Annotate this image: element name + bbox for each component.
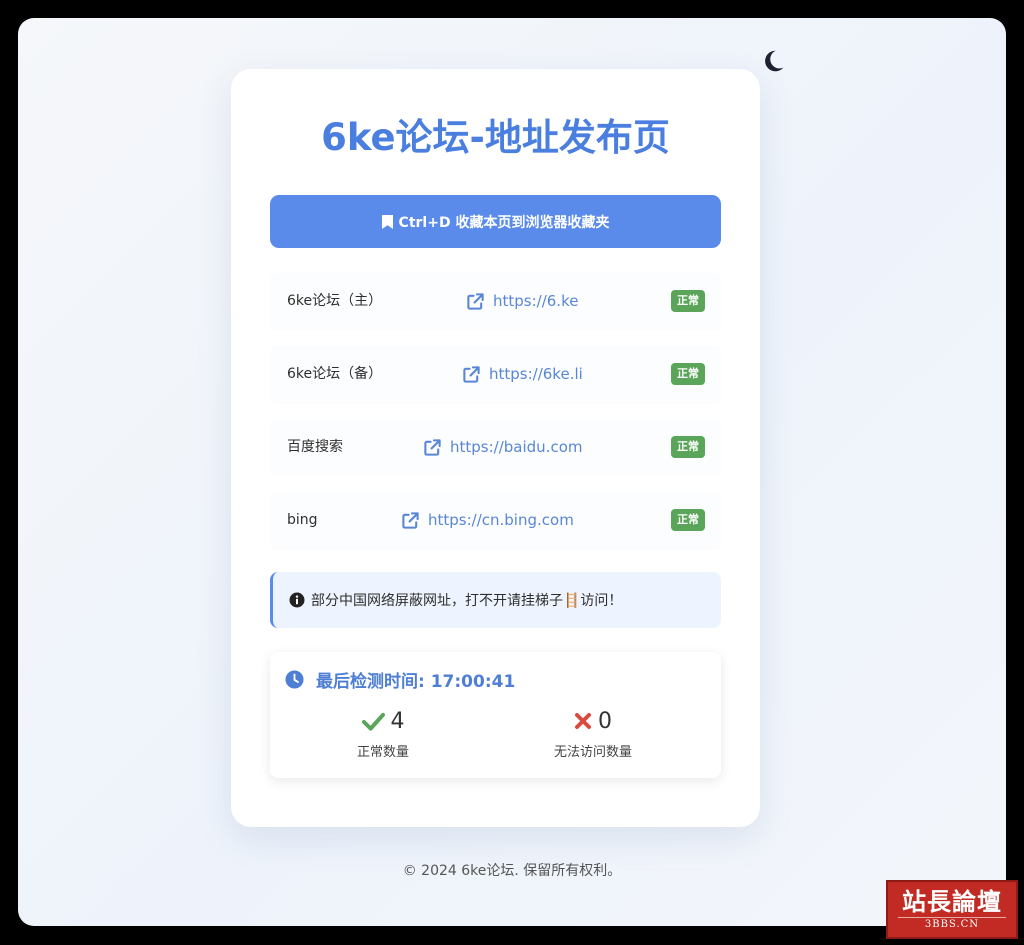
external-link-icon [463, 365, 480, 383]
page-title: 6ke论坛-地址发布页 [321, 116, 670, 159]
ok-count: 4 [390, 708, 405, 734]
status-badge: 正常 [671, 509, 705, 531]
main-card: 6ke论坛-地址发布页 Ctrl+D 收藏本页到浏览器收藏夹 6ke论坛（主） … [231, 69, 760, 827]
link-url-text: https://6ke.li [489, 365, 583, 383]
link-row: 百度搜索 https://baidu.com 正常 [270, 419, 721, 475]
link-row: bing https://cn.bing.com 正常 [270, 492, 721, 548]
last-check-label: 最后检测时间: 17:00:41 [316, 671, 516, 692]
link-row: 6ke论坛（备） https://6ke.li 正常 [270, 346, 721, 402]
stats-box: 最后检测时间: 17:00:41 4 正常数量 0 无法访问数量 [270, 652, 721, 778]
link-name: 百度搜索 [287, 439, 343, 455]
last-check-time: 最后检测时间: 17:00:41 [285, 665, 515, 693]
bookmark-button-label: Ctrl+D 收藏本页到浏览器收藏夹 [398, 214, 610, 231]
info-icon [289, 592, 305, 608]
watermark-main-text: 站長論壇 [902, 887, 1002, 916]
notice-box: 部分中国网络屏蔽网址，打不开请挂梯子🪜访问！ [270, 572, 721, 628]
ok-label: 正常数量 [356, 745, 409, 760]
notice-text: 部分中国网络屏蔽网址，打不开请挂梯子🪜访问！ [311, 593, 623, 609]
status-badge: 正常 [671, 363, 705, 385]
link-name: 6ke论坛（主） [287, 293, 383, 309]
link-url[interactable]: https://6.ke [466, 273, 578, 329]
check-icon [361, 712, 385, 731]
cross-icon [575, 713, 591, 729]
watermark-sub-text: 3BBS.CN [898, 917, 1006, 932]
external-link-icon [467, 292, 484, 310]
link-url-text: https://6.ke [493, 292, 579, 310]
ok-stat: 4 正常数量 [303, 707, 463, 761]
link-name: 6ke论坛（备） [287, 366, 383, 382]
link-url[interactable]: https://cn.bing.com [401, 492, 574, 548]
clock-icon [285, 669, 304, 689]
link-url-text: https://cn.bing.com [428, 511, 574, 529]
theme-toggle-button[interactable] [760, 48, 786, 74]
page-background: 6ke论坛-地址发布页 Ctrl+D 收藏本页到浏览器收藏夹 6ke论坛（主） … [18, 18, 1006, 926]
external-link-icon [402, 511, 419, 529]
link-name: bing [287, 512, 318, 528]
fail-label: 无法访问数量 [553, 745, 632, 760]
status-badge: 正常 [671, 290, 705, 312]
status-badge: 正常 [671, 436, 705, 458]
site-watermark-logo: 站長論壇 3BBS.CN [886, 880, 1018, 939]
fail-stat: 0 无法访问数量 [513, 707, 673, 761]
link-url[interactable]: https://6ke.li [462, 346, 583, 402]
bookmark-icon [381, 214, 393, 229]
link-url[interactable]: https://baidu.com [423, 419, 582, 475]
fail-count: 0 [598, 708, 612, 734]
link-row: 6ke论坛（主） https://6.ke 正常 [270, 273, 721, 329]
link-url-text: https://baidu.com [450, 438, 583, 456]
moon-icon [765, 50, 784, 72]
footer-copyright: © 2024 6ke论坛. 保留所有权利。 [402, 863, 622, 879]
bookmark-button[interactable]: Ctrl+D 收藏本页到浏览器收藏夹 [270, 195, 721, 248]
external-link-icon [424, 438, 441, 456]
